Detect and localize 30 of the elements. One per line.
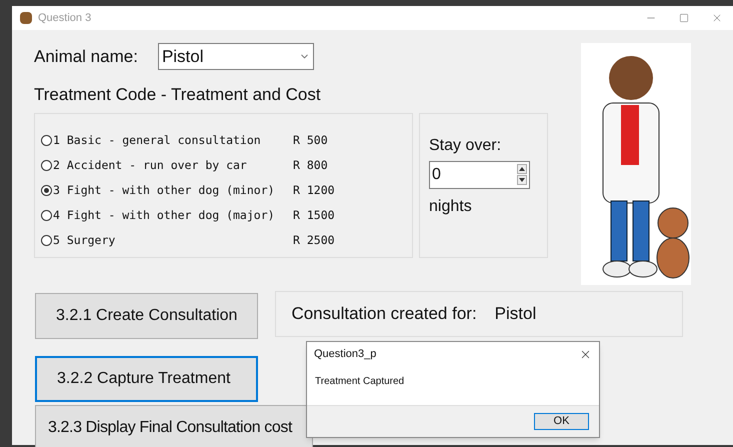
radio-button[interactable] (41, 210, 52, 221)
stay-over-label: Stay over: (429, 136, 502, 156)
consultation-label: Consultation created for: (291, 303, 477, 326)
spin-down-icon[interactable] (517, 175, 527, 185)
app-icon (20, 12, 32, 24)
dialog-message: Treatment Captured (314, 375, 406, 389)
action-button[interactable]: 3.2.1 Create Consultation (35, 293, 258, 339)
treatment-heading: Treatment Code - Treatment and Cost (34, 84, 322, 106)
treatment-radio[interactable]: 4 Fight - with other dog (major) R 1500 (41, 206, 412, 224)
close-icon[interactable] (711, 12, 723, 24)
ok-button[interactable]: OK (534, 413, 589, 430)
maximize-icon[interactable] (679, 13, 689, 23)
treatment-radio[interactable]: 1 Basic - general consultation R 500 (41, 132, 412, 150)
treatment-radio[interactable]: 3 Fight - with other dog (minor) R 1200 (41, 182, 412, 200)
treatment-radio[interactable]: 5 Surgery R 2500 (41, 232, 412, 250)
window-title: Question 3 (38, 10, 92, 26)
radio-button[interactable] (41, 160, 52, 171)
radio-button[interactable] (41, 135, 52, 146)
nights-spinner[interactable]: 0 (429, 160, 530, 188)
treatment-radio[interactable]: 2 Accident - run over by car R 800 (41, 156, 412, 174)
nights-label: nights (429, 196, 473, 216)
animal-name-dropdown[interactable]: Pistol (158, 43, 314, 70)
dialog-title: Question3_p (314, 346, 376, 362)
radio-button[interactable] (41, 185, 52, 196)
radio-button[interactable] (41, 235, 52, 246)
animal-name-label: Animal name: (34, 46, 138, 68)
consultation-animal: Pistol (494, 303, 536, 326)
spin-up-icon[interactable] (517, 164, 527, 174)
action-button[interactable]: 3.2.2 Capture Treatment (35, 356, 258, 402)
action-button[interactable]: 3.2.3 Display Final Consultation cost (35, 405, 313, 447)
